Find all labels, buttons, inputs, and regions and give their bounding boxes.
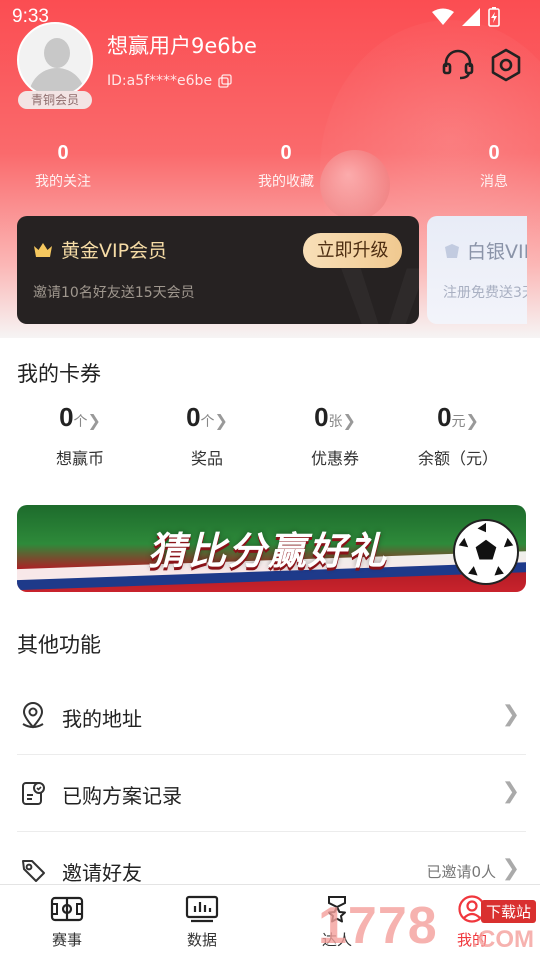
chevron-right-icon: ❯	[87, 411, 101, 430]
chevron-right-icon: ❯	[465, 411, 479, 430]
menu-item-label: 我的地址	[62, 707, 142, 731]
wifi-icon	[432, 8, 454, 25]
stat-value: 0	[57, 142, 69, 164]
stat-label: 我的收藏	[258, 174, 314, 190]
gold-vip-desc: 邀请10名好友送15天会员	[33, 285, 195, 301]
chevron-right-icon: ❯	[342, 411, 356, 430]
coupon-value: 0	[437, 402, 452, 432]
site-watermark: 1778 下载站 .COM	[318, 896, 540, 960]
stat-favorites[interactable]: 0 我的收藏	[246, 142, 326, 191]
stat-value: 0	[488, 142, 500, 164]
user-id-row: ID:a5f****e6be	[107, 73, 232, 89]
pitch-icon	[50, 896, 84, 922]
coupon-label: 优惠券	[310, 449, 359, 468]
tab-label: 赛事	[51, 931, 82, 949]
other-functions-title: 其他功能	[17, 633, 101, 657]
purchase-record-icon	[22, 782, 45, 805]
coupon-unit: 个	[73, 414, 88, 430]
member-level-badge: 青铜会员	[18, 91, 92, 109]
coupon-unit: 元	[451, 414, 466, 430]
watermark-domain: .COM	[471, 926, 534, 953]
silver-vip-title: 白银VIP会员	[467, 241, 527, 263]
coupon-vouchers[interactable]: 0张❯ 优惠券	[270, 402, 400, 469]
invite-tag-icon	[22, 860, 45, 882]
location-icon	[22, 702, 44, 729]
coupon-label: 余额（元）	[417, 449, 498, 468]
status-icons	[432, 7, 500, 27]
signal-icon	[462, 8, 480, 26]
coupons-title: 我的卡券	[17, 362, 101, 386]
gold-vip-title: 黄金VIP会员	[61, 240, 168, 262]
status-bar: 9:33	[0, 0, 540, 36]
username[interactable]: 想赢用户9e6be	[107, 30, 257, 60]
menu-item-label: 邀请好友	[62, 861, 142, 885]
settings-icon[interactable]	[488, 47, 524, 83]
upgrade-button[interactable]: 立即升级	[303, 233, 402, 268]
tab-matches[interactable]: 赛事	[17, 895, 117, 950]
tab-data[interactable]: 数据	[152, 895, 252, 950]
crown-icon	[34, 242, 52, 257]
coupon-unit: 张	[328, 414, 343, 430]
user-id: ID:a5f****e6be	[107, 73, 213, 89]
invite-count: 已邀请0人	[426, 863, 496, 881]
football-icon	[453, 519, 519, 585]
coupon-unit: 个	[200, 414, 215, 430]
customer-service-icon[interactable]	[440, 47, 476, 83]
coupon-coins[interactable]: 0个❯ 想赢币	[15, 402, 145, 469]
chevron-right-icon: ❯	[501, 779, 520, 804]
coupon-balance[interactable]: 0元❯ 余额（元）	[393, 402, 523, 469]
gold-vip-title-row: 黄金VIP会员	[33, 236, 167, 263]
promo-banner[interactable]: 猜比分赢好礼	[17, 505, 526, 592]
battery-icon	[488, 7, 500, 27]
coupon-prizes[interactable]: 0个❯ 奖品	[142, 402, 272, 469]
menu-item-purchase-records[interactable]: 已购方案记录 ❯	[17, 755, 526, 832]
silver-vip-desc: 注册免费送3天会员	[443, 285, 527, 301]
stat-label: 消息	[480, 174, 508, 190]
coupon-label: 想赢币	[55, 449, 104, 468]
tab-label: 数据	[186, 931, 217, 949]
avatar[interactable]	[17, 22, 93, 98]
coupon-value: 0	[59, 402, 74, 432]
menu-item-label: 已购方案记录	[62, 784, 182, 808]
silver-badge-icon	[445, 243, 459, 258]
watermark-digits: 1778	[318, 897, 438, 955]
silver-vip-title-row: 白银VIP会员	[443, 237, 527, 264]
coupon-value: 0	[314, 402, 329, 432]
copy-icon[interactable]	[218, 74, 232, 88]
watermark-tag: 下载站	[480, 900, 536, 923]
football-decoration	[320, 150, 390, 220]
data-chart-icon	[185, 895, 219, 923]
stat-following[interactable]: 0 我的关注	[23, 142, 103, 191]
stat-label: 我的关注	[35, 174, 91, 190]
chevron-right-icon: ❯	[501, 856, 520, 881]
banner-text: 猜比分赢好礼	[148, 529, 389, 573]
silver-vip-card[interactable]: 白银VIP会员 注册免费送3天会员	[427, 216, 527, 324]
chevron-right-icon: ❯	[501, 702, 520, 727]
stat-value: 0	[280, 142, 292, 164]
gold-vip-card[interactable]: V 黄金VIP会员 邀请10名好友送15天会员 立即升级	[17, 216, 419, 324]
chevron-right-icon: ❯	[214, 411, 228, 430]
avatar-head	[44, 38, 70, 68]
menu-item-address[interactable]: 我的地址 ❯	[17, 678, 526, 755]
coupon-value: 0	[186, 402, 201, 432]
stat-messages[interactable]: 0 消息	[464, 142, 524, 191]
coupon-label: 奖品	[190, 449, 223, 468]
